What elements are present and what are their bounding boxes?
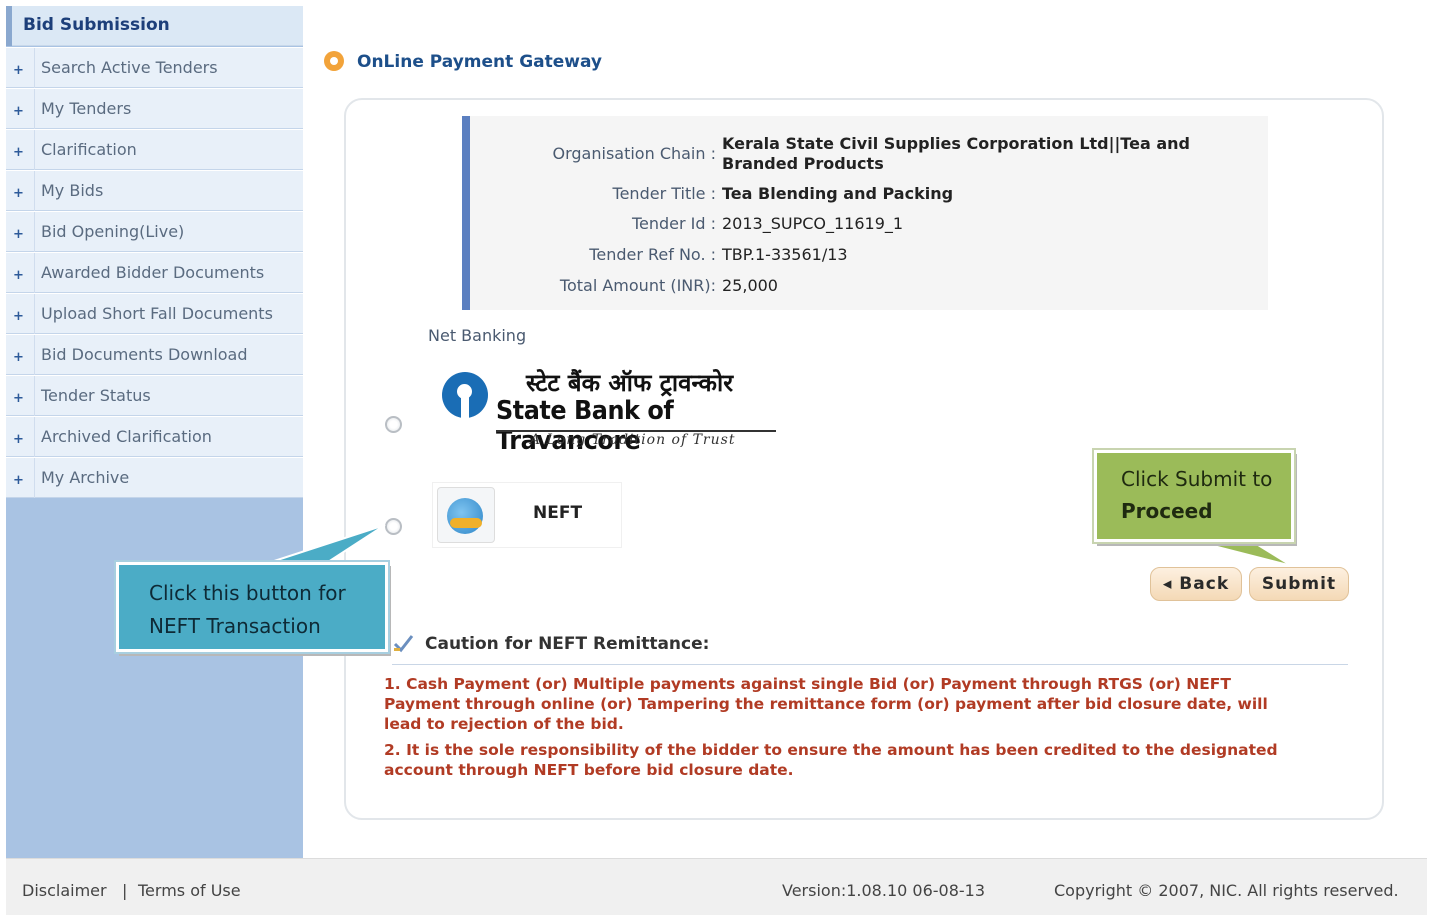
total-amount-label: Total Amount (INR): <box>559 276 716 295</box>
submit-hint-callout: Click Submit to Proceed <box>1094 450 1294 542</box>
sbt-logo[interactable]: स्टेट बैंक ऑफ ट्रावन्कोर State Bank of T… <box>440 364 780 456</box>
sidebar-item-label: My Bids <box>41 181 104 200</box>
submit-hint-line1: Click Submit to <box>1121 467 1273 491</box>
expand-plus-icon: + <box>13 104 24 119</box>
copyright-text: Copyright © 2007, NIC. All rights reserv… <box>1054 881 1399 900</box>
footer: Disclaimer | Terms of Use Version:1.08.1… <box>6 858 1427 915</box>
sidebar-item-label: Archived Clarification <box>41 427 212 446</box>
sidebar-item-label: My Archive <box>41 468 130 487</box>
sbt-radio[interactable] <box>385 416 402 433</box>
caution-item-2-line1: 2. It is the sole responsibility of the … <box>384 741 1278 759</box>
back-button[interactable]: ◂ Back <box>1150 567 1242 601</box>
sidebar-item-label: My Tenders <box>41 99 132 118</box>
sidebar-menu: + Search Active Tenders + My Tenders + Clar… <box>6 47 303 498</box>
tender-info-box: Organisation Chain : Kerala State Civil … <box>462 116 1268 310</box>
sidebar-item-label: Awarded Bidder Documents <box>41 263 265 282</box>
pencil-check-icon <box>393 635 414 653</box>
tender-ref-label: Tender Ref No. : <box>589 245 716 264</box>
caution-divider <box>392 664 1348 665</box>
sidebar-item-archived-clarification[interactable]: + Archived Clarification <box>6 416 303 457</box>
tender-title-value: Tea Blending and Packing <box>722 184 954 203</box>
sidebar-item-my-archive[interactable]: + My Archive <box>6 457 303 498</box>
sidebar-item-label: Upload Short Fall Documents <box>41 304 273 323</box>
submit-button[interactable]: Submit <box>1249 567 1349 601</box>
expand-plus-icon: + <box>13 473 24 488</box>
sidebar-item-label: Bid Opening(Live) <box>41 222 185 241</box>
org-chain-label: Organisation Chain : <box>552 144 717 163</box>
sidebar-header: Bid Submission <box>6 6 303 46</box>
sidebar-item-label: Tender Status <box>41 386 151 405</box>
expand-plus-icon: + <box>13 145 24 160</box>
expand-plus-icon: + <box>13 268 24 283</box>
expand-plus-icon: + <box>13 227 24 242</box>
expand-plus-icon: + <box>13 432 24 447</box>
caution-item-2-line2: account through NEFT before bid closure … <box>384 761 794 779</box>
org-chain-value-line1: Kerala State Civil Supplies Corporation … <box>722 134 1190 153</box>
sidebar-item-bid-opening-live[interactable]: + Bid Opening(Live) <box>6 211 303 252</box>
page-title: OnLine Payment Gateway <box>357 52 603 72</box>
expand-plus-icon: + <box>13 63 24 78</box>
tender-title-label: Tender Title : <box>612 184 716 203</box>
disclaimer-link[interactable]: Disclaimer <box>22 881 107 900</box>
tender-ref-value: TBP.1-33561/13 <box>722 245 848 264</box>
sidebar-item-my-bids[interactable]: + My Bids <box>6 170 303 211</box>
terms-of-use-link[interactable]: Terms of Use <box>138 881 241 900</box>
neft-hint-line2: NEFT Transaction <box>149 614 321 638</box>
sidebar-item-awarded-bidder-documents[interactable]: + Awarded Bidder Documents <box>6 252 303 293</box>
tender-id-value: 2013_SUPCO_11619_1 <box>722 214 904 233</box>
version-text: Version:1.08.10 06-08-13 <box>782 881 986 900</box>
sbt-tagline: A Long Tradition of Trust <box>530 432 736 448</box>
expand-plus-icon: + <box>13 309 24 324</box>
sidebar: Bid Submission + Search Active Tenders + M… <box>6 6 303 858</box>
sidebar-item-search-active-tenders[interactable]: + Search Active Tenders <box>6 47 303 88</box>
sidebar-item-my-tenders[interactable]: + My Tenders <box>6 88 303 129</box>
caution-item-1-line2: Payment through online (or) Tampering th… <box>384 695 1268 713</box>
sidebar-item-label: Search Active Tenders <box>41 58 218 77</box>
expand-plus-icon: + <box>13 186 24 201</box>
expand-plus-icon: + <box>13 391 24 406</box>
title-bullet-icon <box>324 51 344 71</box>
sbt-hindi-name: स्टेट बैंक ऑफ ट्रावन्कोर <box>526 369 734 397</box>
neft-hint-line1: Click this button for <box>149 581 346 605</box>
sidebar-title: Bid Submission <box>23 15 170 35</box>
sidebar-item-upload-short-fall-documents[interactable]: + Upload Short Fall Documents <box>6 293 303 334</box>
caution-item-1-line3: lead to rejection of the bid. <box>384 715 624 733</box>
sidebar-item-clarification[interactable]: + Clarification <box>6 129 303 170</box>
tender-id-label: Tender Id : <box>631 214 716 233</box>
neft-radio[interactable] <box>385 518 402 535</box>
expand-plus-icon: + <box>13 350 24 365</box>
neft-option[interactable]: NEFT <box>432 482 622 548</box>
org-chain-value-line2: Branded Products <box>722 154 884 173</box>
neft-hint-callout: Click this button for NEFT Transaction <box>116 562 388 652</box>
sbt-emblem-icon <box>442 372 488 418</box>
sidebar-item-label: Clarification <box>41 140 137 159</box>
caution-item-1-line1: 1. Cash Payment (or) Multiple payments a… <box>384 675 1231 693</box>
sidebar-item-tender-status[interactable]: + Tender Status <box>6 375 303 416</box>
neft-label: NEFT <box>533 503 583 523</box>
caution-title: Caution for NEFT Remittance: <box>425 634 710 654</box>
total-amount-value: 25,000 <box>722 276 778 295</box>
submit-hint-line2: Proceed <box>1121 499 1213 523</box>
sidebar-item-label: Bid Documents Download <box>41 345 248 364</box>
sidebar-item-bid-documents-download[interactable]: + Bid Documents Download <box>6 334 303 375</box>
net-banking-label: Net Banking <box>428 326 527 345</box>
footer-separator: | <box>122 881 128 900</box>
sidebar-header-accent <box>6 6 12 46</box>
neft-transfer-icon <box>437 487 495 543</box>
